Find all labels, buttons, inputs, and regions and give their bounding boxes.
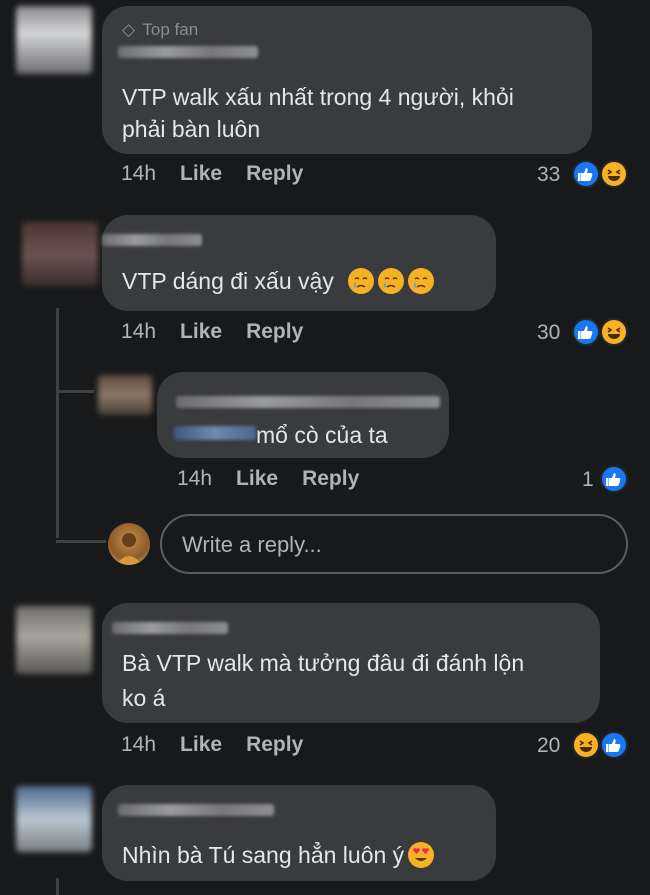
crying-emoji xyxy=(408,268,435,294)
reaction-count[interactable]: 20 xyxy=(537,734,560,758)
like-icon[interactable] xyxy=(600,465,628,493)
diamond-icon: ◇ xyxy=(122,20,136,39)
comment-text: VTP walk xấu nhất trong 4 người, khỏi xyxy=(122,84,514,110)
reply-button[interactable]: Reply xyxy=(246,320,303,343)
like-icon[interactable] xyxy=(572,160,600,188)
heart-eyes-emoji xyxy=(408,842,435,868)
comment-actions: 14h Like Reply xyxy=(121,733,303,757)
comment-actions: 14h Like Reply xyxy=(121,162,303,186)
author-name[interactable] xyxy=(102,234,202,246)
crying-emoji xyxy=(378,268,405,294)
current-user-avatar[interactable] xyxy=(108,523,150,565)
like-button[interactable]: Like xyxy=(180,733,222,756)
timestamp[interactable]: 14h xyxy=(121,733,156,756)
like-button[interactable]: Like xyxy=(180,320,222,343)
author-name[interactable] xyxy=(176,396,440,408)
haha-icon[interactable] xyxy=(600,318,628,346)
reply-placeholder: Write a reply... xyxy=(182,532,322,557)
reply-input[interactable]: Write a reply... xyxy=(160,514,628,574)
reply-button[interactable]: Reply xyxy=(246,733,303,756)
thread-line xyxy=(56,308,59,538)
comment-text: phải bàn luôn xyxy=(122,116,261,142)
thread-branch xyxy=(56,390,94,393)
mention-tag[interactable] xyxy=(174,426,256,440)
like-button[interactable]: Like xyxy=(236,467,278,490)
reply-text: mổ cò của ta xyxy=(256,422,388,448)
reaction-count[interactable]: 30 xyxy=(537,321,560,345)
avatar[interactable] xyxy=(98,375,152,415)
author-name[interactable] xyxy=(118,804,274,816)
comment-text: ko á xyxy=(122,685,166,711)
avatar[interactable] xyxy=(16,6,92,74)
comment-text-row: Nhìn bà Tú sang hẳn luôn ý xyxy=(122,838,435,872)
reaction-count[interactable]: 33 xyxy=(537,163,560,187)
comment-text-row: VTP dáng đi xấu vậy xyxy=(122,264,435,298)
reaction-count[interactable]: 1 xyxy=(582,468,594,492)
thread-branch xyxy=(56,540,106,543)
reply-actions: 14h Like Reply xyxy=(177,467,359,491)
avatar[interactable] xyxy=(22,222,98,286)
top-fan-badge: ◇ Top fan xyxy=(122,20,198,40)
badge-label: Top fan xyxy=(142,20,199,39)
timestamp[interactable]: 14h xyxy=(121,162,156,185)
timestamp[interactable]: 14h xyxy=(177,467,212,490)
haha-icon[interactable] xyxy=(572,731,600,759)
like-button[interactable]: Like xyxy=(180,162,222,185)
timestamp[interactable]: 14h xyxy=(121,320,156,343)
avatar[interactable] xyxy=(16,786,92,852)
thread-line xyxy=(56,878,59,895)
reply-button[interactable]: Reply xyxy=(302,467,359,490)
reply-button[interactable]: Reply xyxy=(246,162,303,185)
haha-icon[interactable] xyxy=(600,160,628,188)
comment-text: Nhìn bà Tú sang hẳn luôn ý xyxy=(122,842,405,868)
comment-text: VTP dáng đi xấu vậy xyxy=(122,268,334,294)
author-name[interactable] xyxy=(118,46,258,58)
like-icon[interactable] xyxy=(600,731,628,759)
author-name[interactable] xyxy=(112,622,228,634)
crying-emoji xyxy=(348,268,375,294)
avatar[interactable] xyxy=(16,606,92,674)
like-icon[interactable] xyxy=(572,318,600,346)
comment-text: Bà VTP walk mà tưởng đâu đi đánh lộn xyxy=(122,650,525,676)
comment-actions: 14h Like Reply xyxy=(121,320,303,344)
